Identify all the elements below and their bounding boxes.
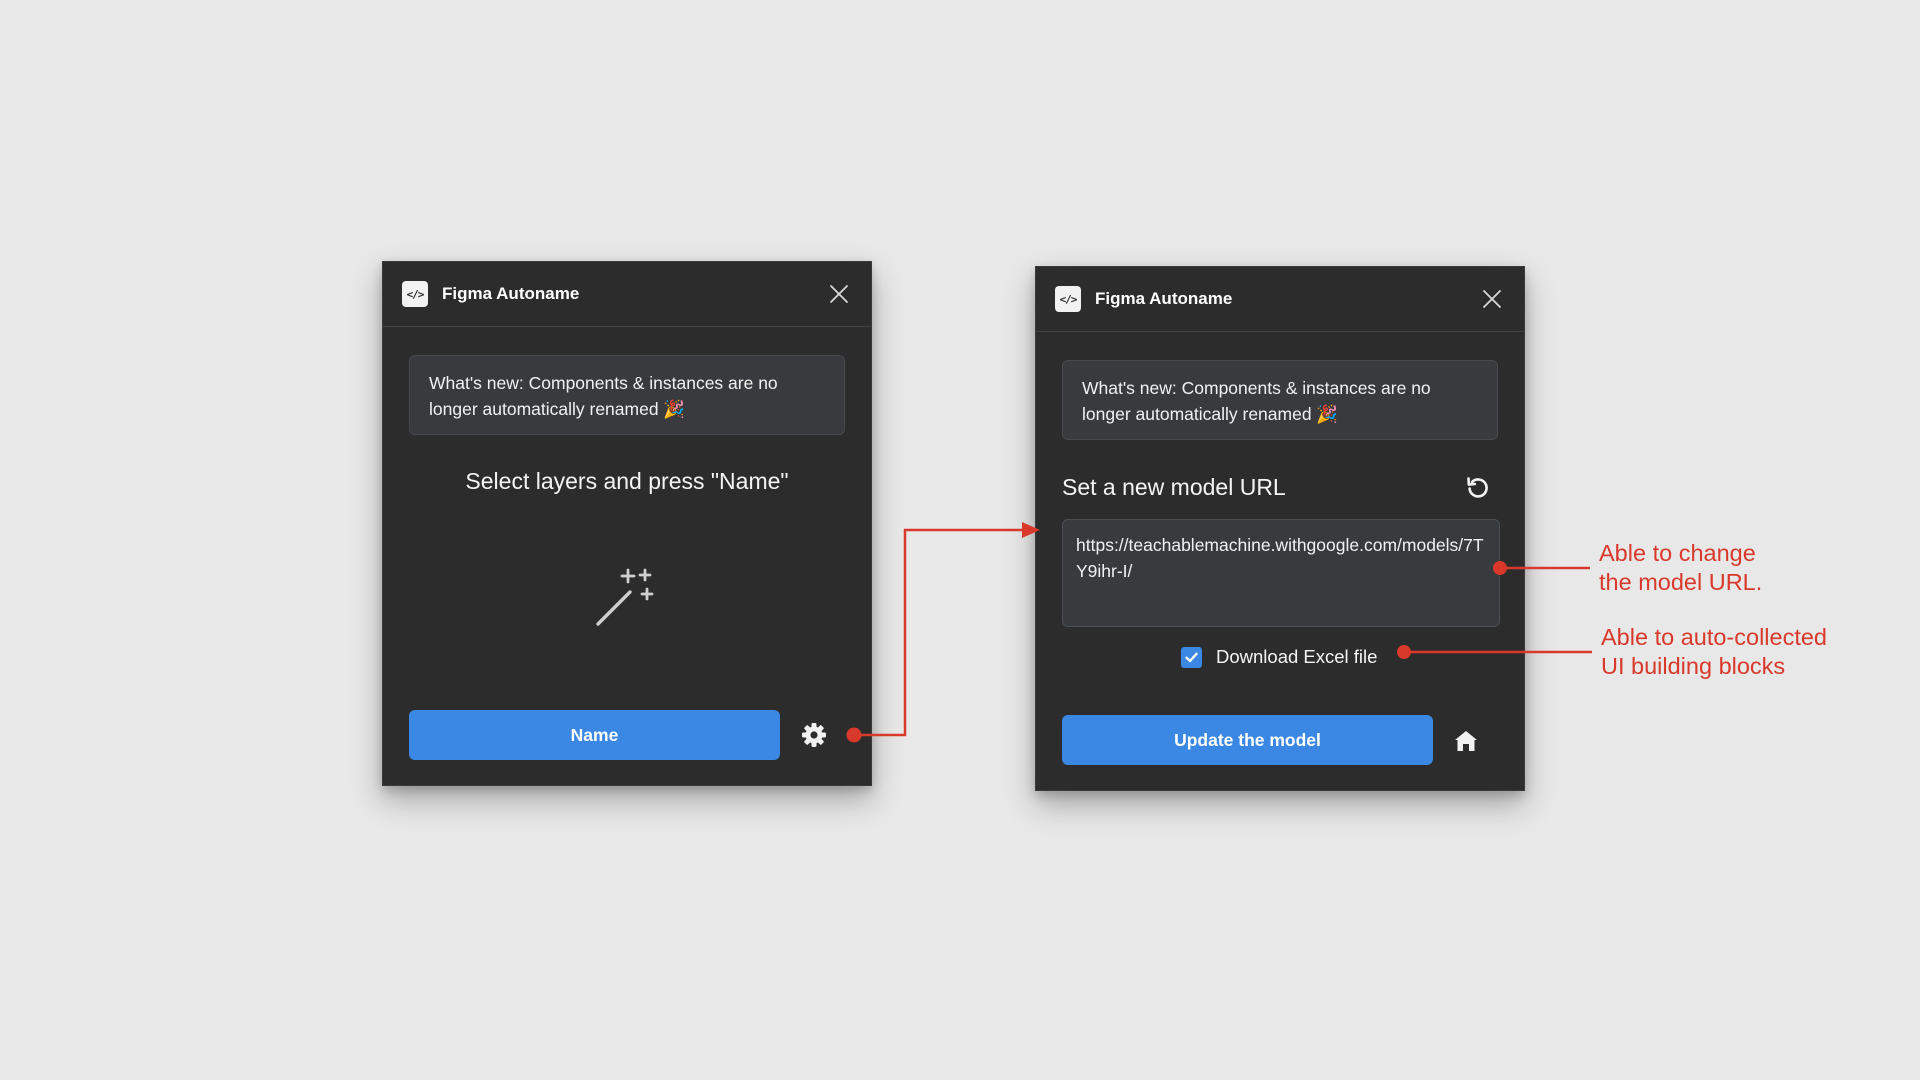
update-model-button[interactable]: Update the model (1062, 715, 1433, 765)
instruction-text: Select layers and press "Name" (465, 468, 789, 494)
window-title: Figma Autoname (1095, 289, 1233, 308)
download-excel-option: Download Excel file (1181, 642, 1377, 672)
plugin-window-main: </> Figma Autoname What's new: Component… (382, 261, 872, 786)
model-url-input[interactable]: https://teachablemachine.withgoogle.com/… (1062, 519, 1500, 627)
download-excel-checkbox[interactable] (1181, 646, 1202, 668)
close-icon[interactable] (827, 282, 851, 306)
excel-annotation: Able to auto-collected UI building block… (1601, 623, 1827, 681)
title-bar: </> Figma Autoname (1036, 267, 1524, 332)
excel-annotation-line2: UI building blocks (1601, 653, 1786, 679)
excel-annotation-line1: Able to auto-collected (1601, 624, 1828, 650)
download-excel-label: Download Excel file (1216, 646, 1378, 667)
name-button[interactable]: Name (409, 710, 780, 760)
whats-new-notice: What's new: Components & instances are n… (409, 355, 845, 435)
home-icon[interactable] (1452, 727, 1480, 755)
reset-icon[interactable] (1465, 474, 1491, 500)
model-url-heading: Set a new model URL (1062, 474, 1286, 500)
url-annotation-line2: the model URL. (1599, 569, 1763, 595)
whats-new-notice: What's new: Components & instances are n… (1062, 360, 1498, 440)
code-icon: </> (1055, 286, 1081, 312)
title-bar: </> Figma Autoname (383, 262, 871, 327)
url-annotation: Able to change the model URL. (1599, 539, 1762, 597)
window-title: Figma Autoname (442, 284, 580, 303)
gear-icon[interactable] (800, 721, 828, 749)
plugin-window-settings: </> Figma Autoname What's new: Component… (1035, 266, 1525, 791)
flow-arrow (846, 522, 1040, 743)
url-annotation-line1: Able to change (1599, 540, 1756, 566)
close-icon[interactable] (1480, 287, 1504, 311)
magic-wand-icon (596, 568, 654, 626)
code-icon: </> (402, 281, 428, 307)
